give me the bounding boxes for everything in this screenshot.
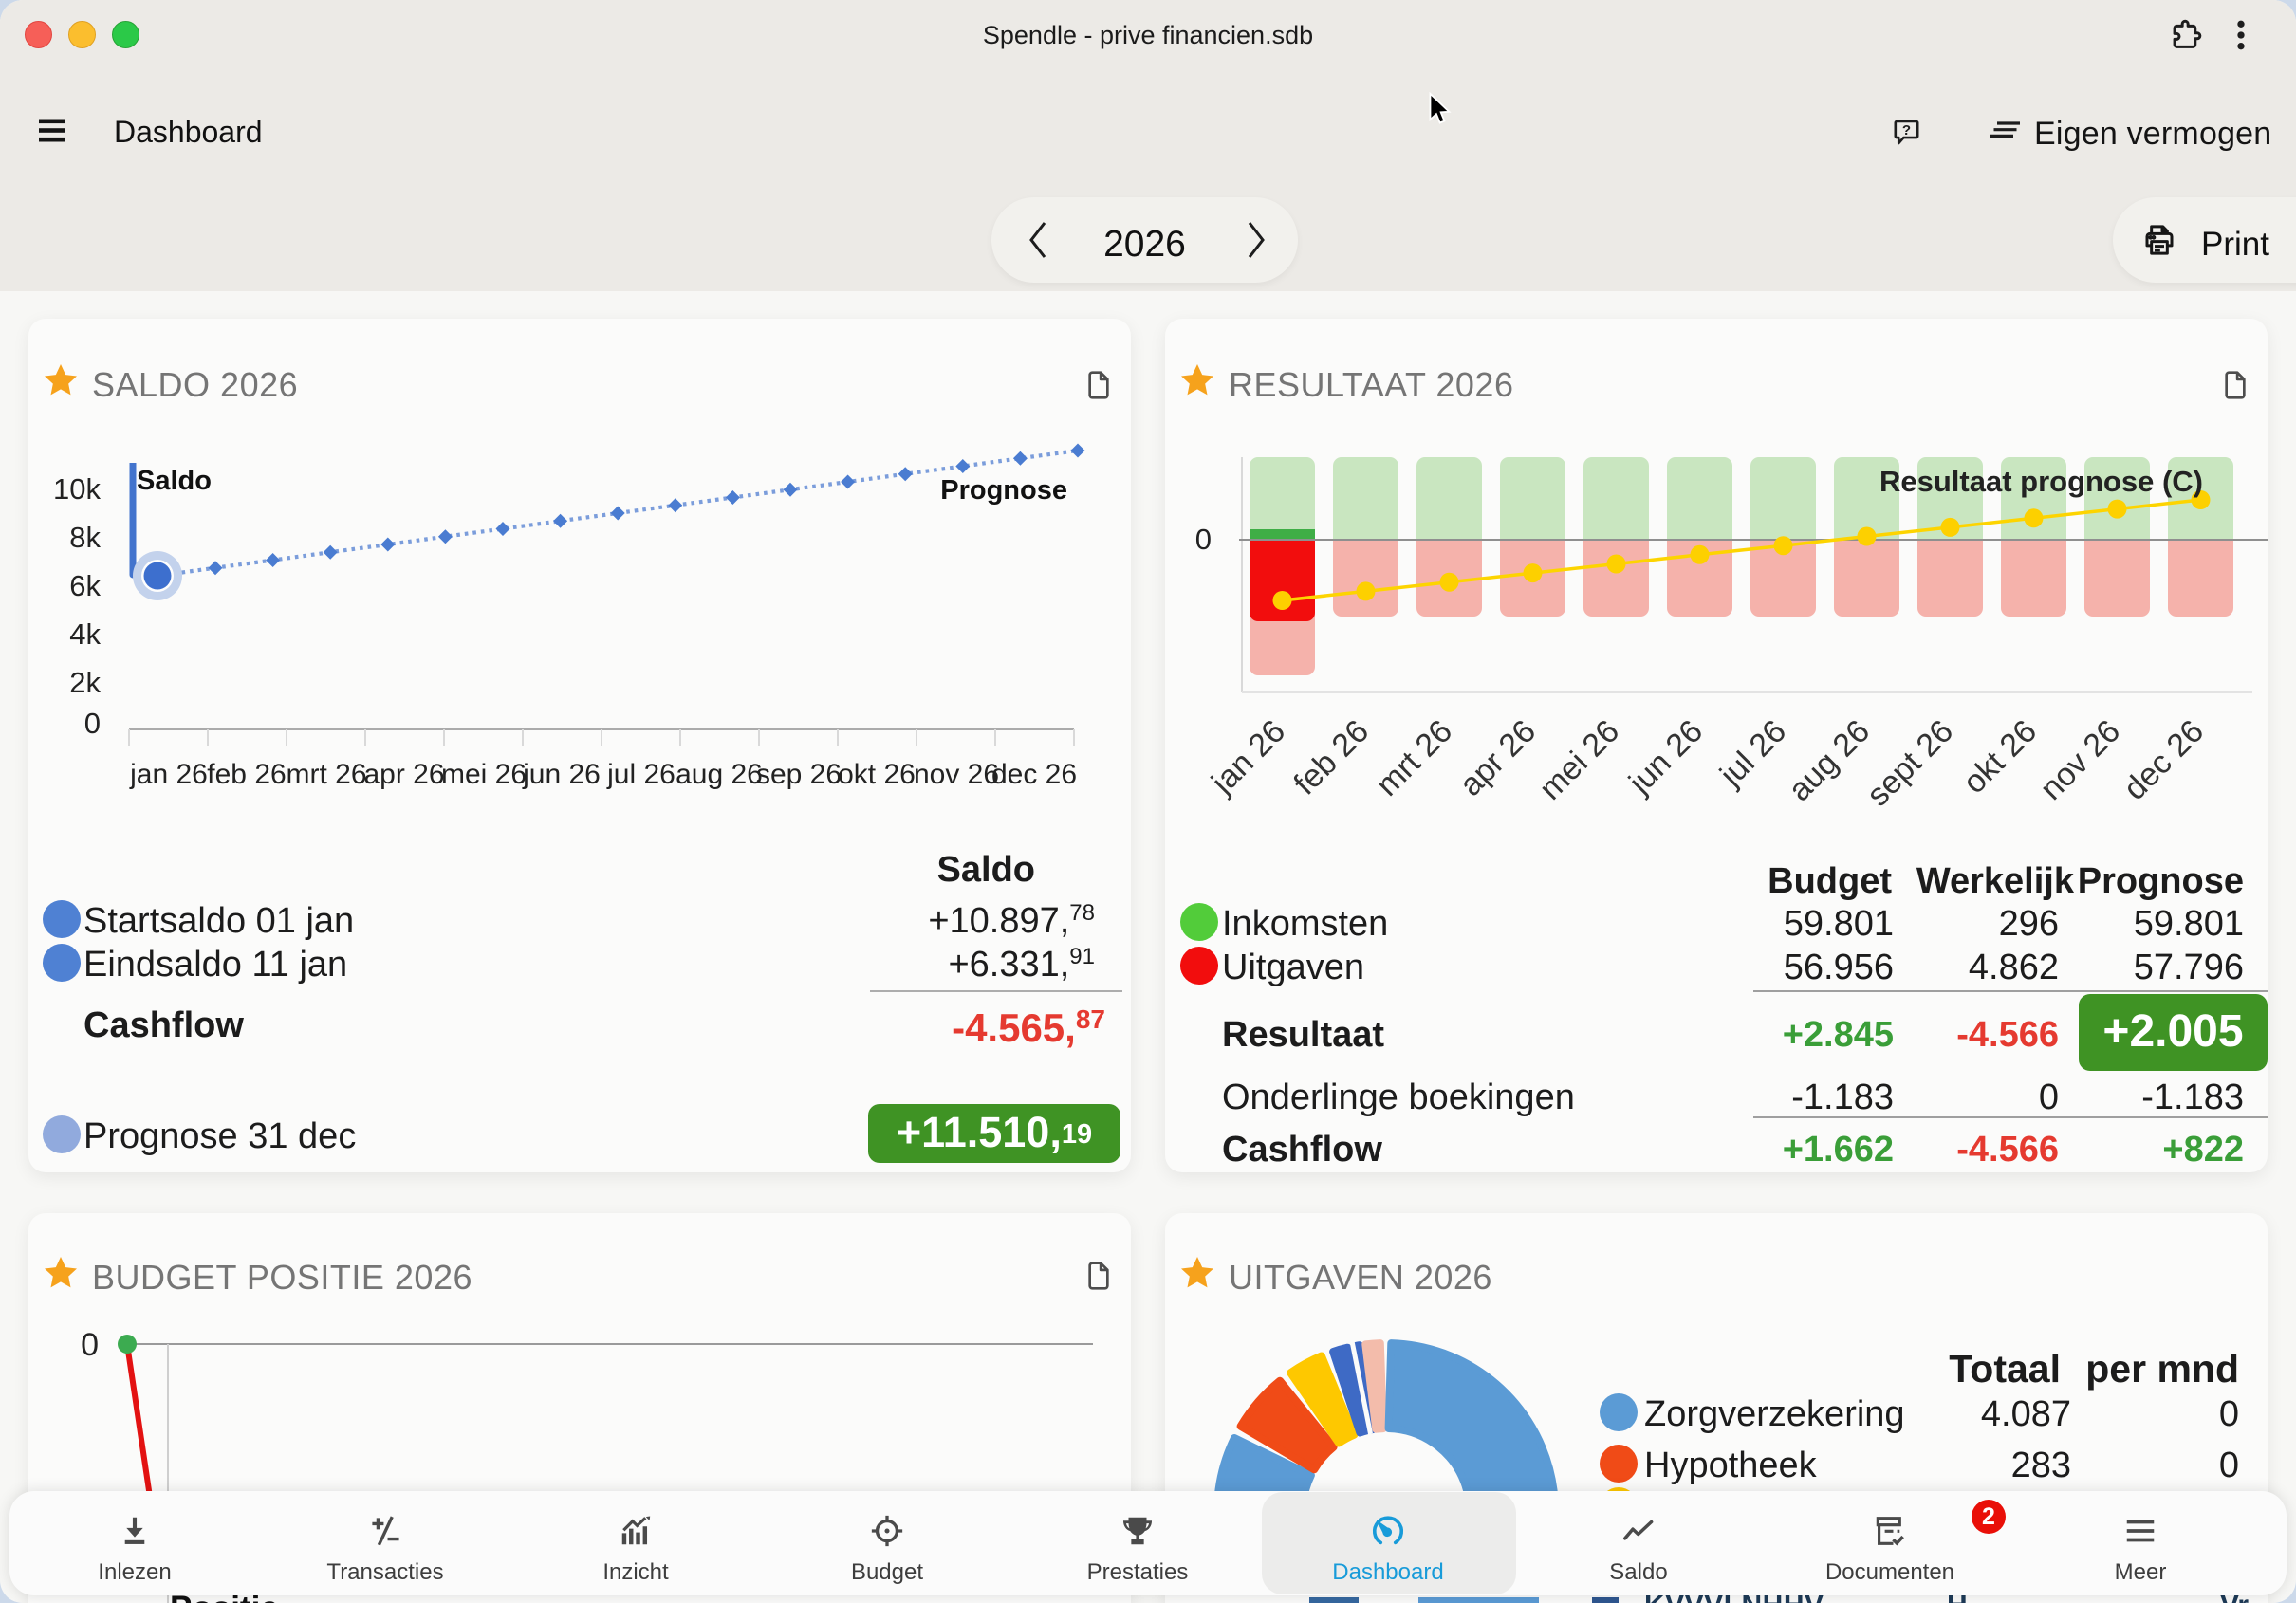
svg-text:mrt 26: mrt 26 xyxy=(1369,713,1459,803)
svg-text:2k: 2k xyxy=(69,666,101,699)
svg-text:jan 26: jan 26 xyxy=(1204,713,1292,802)
svg-text:dec 26: dec 26 xyxy=(2117,713,2211,807)
svg-text:feb 26: feb 26 xyxy=(207,759,286,790)
svg-text:okt 26: okt 26 xyxy=(838,759,916,790)
svg-text:Saldo: Saldo xyxy=(137,466,212,496)
svg-text:feb 26: feb 26 xyxy=(1287,713,1376,802)
svg-text:okt 26: okt 26 xyxy=(1956,713,2044,801)
svg-text:nov 26: nov 26 xyxy=(914,759,999,790)
svg-text:dec 26: dec 26 xyxy=(991,759,1077,790)
svg-text:4k: 4k xyxy=(69,617,101,651)
svg-text:jul 26: jul 26 xyxy=(1713,713,1793,794)
svg-text:aug 26: aug 26 xyxy=(1782,713,1877,808)
svg-text:apr 26: apr 26 xyxy=(1453,713,1543,803)
svg-text:jun 26: jun 26 xyxy=(522,759,601,790)
svg-text:0: 0 xyxy=(1195,523,1212,556)
svg-text:mei 26: mei 26 xyxy=(1532,713,1626,807)
svg-text:jun 26: jun 26 xyxy=(1621,713,1710,802)
svg-text:apr 26: apr 26 xyxy=(363,759,444,790)
svg-text:jan 26: jan 26 xyxy=(129,759,208,790)
svg-text:8k: 8k xyxy=(69,521,101,554)
svg-text:mrt 26: mrt 26 xyxy=(286,759,366,790)
svg-text:sep 26: sep 26 xyxy=(756,759,842,790)
svg-text:?: ? xyxy=(1902,122,1911,138)
svg-text:nov 26: nov 26 xyxy=(2033,713,2127,807)
svg-text:0: 0 xyxy=(84,707,101,740)
svg-text:6k: 6k xyxy=(69,569,101,602)
svg-text:Prognose: Prognose xyxy=(940,475,1067,506)
svg-text:0: 0 xyxy=(81,1327,99,1363)
svg-text:10k: 10k xyxy=(53,472,101,506)
svg-text:aug 26: aug 26 xyxy=(676,759,763,790)
svg-text:mei 26: mei 26 xyxy=(441,759,527,790)
svg-text:sept 26: sept 26 xyxy=(1860,713,1960,814)
svg-text:jul 26: jul 26 xyxy=(606,759,676,790)
svg-text:Resultaat prognose (C): Resultaat prognose (C) xyxy=(1879,465,2203,498)
